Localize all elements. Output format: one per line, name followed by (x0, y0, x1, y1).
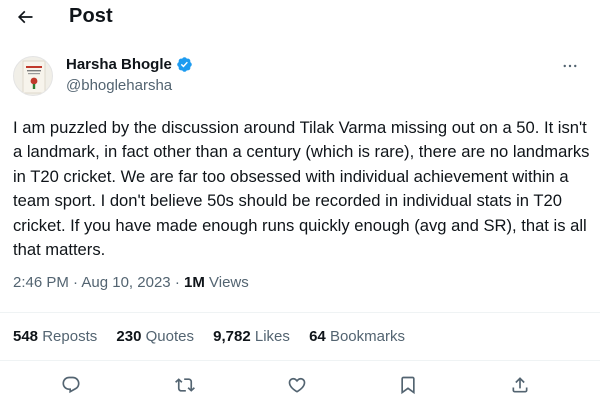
author-handle[interactable]: @bhogleharsha (66, 77, 172, 94)
bookmark-icon (401, 376, 415, 395)
author-name[interactable]: Harsha Bhogle (66, 56, 193, 73)
tweet-text: I am puzzled by the discussion around Ti… (13, 118, 590, 260)
like-icon (288, 377, 306, 393)
author-name-text: Harsha Bhogle (66, 56, 172, 73)
tweet-time[interactable]: 2:46 PM (13, 274, 69, 291)
divider (0, 312, 600, 313)
share-button[interactable] (509, 374, 531, 396)
views-count: 1M (183, 274, 205, 291)
more-dots-icon (563, 64, 577, 68)
bookmarks-stat[interactable]: 64 Bookmarks (309, 328, 405, 345)
stat-label: Quotes (145, 328, 194, 345)
likes-stat[interactable]: 9,782 Likes (213, 328, 290, 345)
stat-label: Likes (254, 328, 290, 345)
reply-button[interactable] (60, 374, 82, 396)
stat-label: Bookmarks (329, 328, 405, 345)
engagement-stats: 548 Reposts 230 Quotes 9,782 Likes 64 Bo… (13, 328, 420, 345)
reply-icon (62, 376, 80, 394)
more-options-button[interactable] (558, 54, 582, 78)
views-label: Views (209, 274, 249, 291)
top-bar: Post (0, 0, 600, 36)
meta-separator: · (73, 274, 79, 291)
stat-count: 64 (309, 328, 326, 345)
stat-count: 230 (116, 328, 142, 345)
reposts-stat[interactable]: 548 Reposts (13, 328, 97, 345)
book-cover-avatar (22, 60, 46, 94)
quotes-stat[interactable]: 230 Quotes (116, 328, 194, 345)
tweet-date[interactable]: Aug 10, 2023 (81, 274, 170, 291)
divider (0, 360, 600, 361)
action-bar (0, 372, 600, 400)
back-button[interactable] (12, 4, 38, 30)
like-button[interactable] (286, 374, 308, 396)
page-title: Post (69, 5, 113, 27)
bookmark-button[interactable] (397, 374, 419, 396)
meta-separator: · (174, 274, 180, 291)
repost-button[interactable] (174, 374, 196, 396)
share-icon (512, 377, 528, 393)
verified-badge-icon (177, 57, 192, 72)
stat-count: 548 (13, 328, 39, 345)
avatar[interactable] (13, 56, 53, 96)
stat-label: Reposts (42, 328, 98, 345)
repost-icon (175, 378, 195, 392)
tweet-meta: 2:46 PM · Aug 10, 2023 · 1M Views (13, 274, 249, 291)
arrow-left-icon (17, 10, 33, 24)
stat-count: 9,782 (213, 328, 251, 345)
